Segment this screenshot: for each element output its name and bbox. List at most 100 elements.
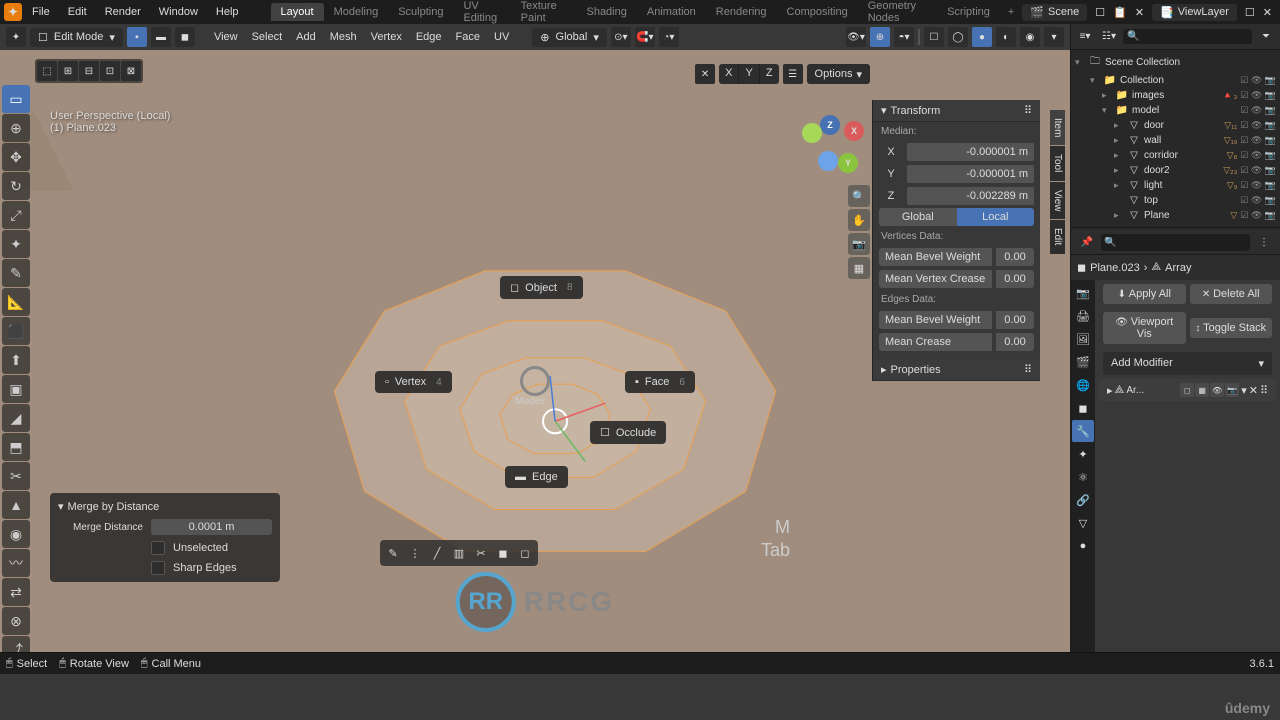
median-x[interactable]: -0.000001 m	[907, 143, 1034, 161]
snap-icon[interactable]: 🧲▾	[635, 27, 655, 47]
outliner-type-icon[interactable]: ≡▾	[1075, 27, 1095, 47]
merge-dist-value[interactable]: 0.0001 m	[151, 519, 272, 535]
workspace-rendering[interactable]: Rendering	[706, 3, 777, 21]
rendered-icon[interactable]: ◉	[1020, 27, 1040, 47]
modifier-array[interactable]: ▸⟁Ar... ◻ ▦ 👁 📷 ▾ ✕ ⠿	[1099, 379, 1276, 401]
n-tab-edit[interactable]: Edit	[1050, 220, 1065, 253]
tree-scene-collection[interactable]: ▾🗀Scene Collection	[1071, 52, 1280, 73]
tree-item-top[interactable]: ▽top☑ 👁 📷	[1071, 193, 1280, 208]
apply-all-btn[interactable]: ⬇ Apply All	[1103, 284, 1186, 304]
visibility-icon[interactable]: 👁▾	[846, 27, 866, 47]
toggle-stack-btn[interactable]: ↕ Toggle Stack	[1190, 318, 1273, 338]
mean-bevel-weight-e[interactable]: Mean Bevel Weight	[879, 311, 992, 329]
space-local[interactable]: Local	[957, 208, 1035, 226]
select-box-icon[interactable]: ⬚	[37, 61, 57, 81]
scene-copy-icon[interactable]: 📋	[1113, 6, 1127, 19]
fb-more-icon[interactable]: ◻	[515, 543, 535, 563]
mod-extras-icon[interactable]: ⠿	[1260, 384, 1268, 397]
workspace-scripting[interactable]: Scripting	[937, 3, 1000, 21]
ptab-material[interactable]: ●	[1072, 535, 1094, 557]
select-extend-icon[interactable]: ⊞	[58, 61, 78, 81]
vert-select-icon[interactable]: ▪	[127, 27, 147, 47]
mean-vertex-crease-val[interactable]: 0.00	[996, 270, 1034, 288]
mean-bevel-weight-e-val[interactable]: 0.00	[996, 311, 1034, 329]
ptab-viewlayer[interactable]: 🖼	[1072, 328, 1094, 350]
workspace-geo-nodes[interactable]: Geometry Nodes	[858, 0, 937, 27]
menu-window[interactable]: Window	[151, 3, 206, 21]
header-mesh[interactable]: Mesh	[325, 31, 362, 43]
mean-crease-val[interactable]: 0.00	[996, 333, 1034, 351]
header-view[interactable]: View	[209, 31, 243, 43]
gizmo-toggle-icon[interactable]: ⊕	[870, 27, 890, 47]
face-select-icon[interactable]: ◼	[175, 27, 195, 47]
prop-edit-icon[interactable]: ◔▾	[659, 27, 679, 47]
viewport-vis-btn[interactable]: 👁 Viewport Vis	[1103, 312, 1186, 344]
ptab-constraint[interactable]: 🔗	[1072, 489, 1094, 511]
viewlayer-selector[interactable]: 📑 ViewLayer	[1152, 4, 1237, 21]
tool-shrink[interactable]: ⊗	[2, 607, 30, 635]
zoom-tool-icon[interactable]: 🔍	[848, 185, 870, 207]
tool-measure[interactable]: 📐	[2, 288, 30, 316]
scene-new-icon[interactable]: ☐	[1095, 6, 1105, 19]
mod-delete-icon[interactable]: ✕	[1249, 384, 1258, 397]
operator-header[interactable]: ▾ Merge by Distance	[50, 497, 280, 516]
workspace-sculpting[interactable]: Sculpting	[388, 3, 453, 21]
ptab-scene[interactable]: 🎬	[1072, 351, 1094, 373]
camera-view-icon[interactable]: 📷	[848, 233, 870, 255]
tool-move[interactable]: ✥	[2, 143, 30, 171]
median-y[interactable]: -0.000001 m	[907, 165, 1034, 183]
n-tab-tool[interactable]: Tool	[1050, 146, 1065, 180]
fb-edge-icon[interactable]: ╱	[427, 543, 447, 563]
select-intersect-icon[interactable]: ⊠	[121, 61, 141, 81]
prop-pin-icon[interactable]: 📌	[1077, 232, 1097, 252]
fb-fill-icon[interactable]: ◼	[493, 543, 513, 563]
tree-item-model[interactable]: ▾📁model☑ 👁 📷	[1071, 103, 1280, 118]
mean-crease[interactable]: Mean Crease	[879, 333, 992, 351]
mod-edit-icon[interactable]: ◻	[1180, 383, 1194, 397]
tree-item-Plane[interactable]: ▸▽Plane▽☑ 👁 📷	[1071, 208, 1280, 223]
gizmo-z[interactable]: Z	[820, 115, 840, 135]
tool-extrude[interactable]: ⬆	[2, 346, 30, 374]
viewlayer-delete-icon[interactable]: ✕	[1263, 6, 1272, 19]
fb-draw-icon[interactable]: ✎	[383, 543, 403, 563]
header-face[interactable]: Face	[451, 31, 485, 43]
mean-vertex-crease[interactable]: Mean Vertex Crease	[879, 270, 992, 288]
tool-transform[interactable]: ✦	[2, 230, 30, 258]
ptab-modifier[interactable]: 🔧	[1072, 420, 1094, 442]
tool-rotate[interactable]: ↻	[2, 172, 30, 200]
matprev-icon[interactable]: ◐	[996, 27, 1016, 47]
workspace-modeling[interactable]: Modeling	[324, 3, 389, 21]
fb-face-icon[interactable]: ▥	[449, 543, 469, 563]
tool-add-cube[interactable]: ⬛	[2, 317, 30, 345]
workspace-layout[interactable]: Layout	[271, 3, 324, 21]
viewport[interactable]: ▭ ⊕ ✥ ↻ ⤢ ✦ ✎ 📐 ⬛ ⬆ ▣ ◢ ⬒ ✂ ▲ ◉ 〰 ⇄ ⊗ ⤴	[0, 50, 1070, 652]
gizmo-neg-y[interactable]	[802, 123, 822, 143]
mesh-opts-icon[interactable]: ✕	[695, 64, 715, 84]
tool-spin[interactable]: ◉	[2, 520, 30, 548]
mod-display-icon[interactable]: ▦	[1195, 383, 1209, 397]
tool-loopcut[interactable]: ⬒	[2, 433, 30, 461]
mode-selector[interactable]: ☐ Edit Mode ▾	[30, 28, 123, 47]
workspace-texture-paint[interactable]: Texture Paint	[511, 0, 577, 27]
overlay-icon[interactable]: ◓▾	[894, 27, 914, 47]
viewlayer-new-icon[interactable]: ☐	[1245, 6, 1255, 19]
fb-knife-icon[interactable]: ✂	[471, 543, 491, 563]
workspace-animation[interactable]: Animation	[637, 3, 706, 21]
delete-all-btn[interactable]: ✕ Delete All	[1190, 284, 1273, 304]
mod-render-icon[interactable]: 📷	[1225, 383, 1239, 397]
outliner-search[interactable]: 🔍	[1123, 29, 1252, 44]
ptab-physics[interactable]: ⚛	[1072, 466, 1094, 488]
header-vertex[interactable]: Vertex	[366, 31, 407, 43]
median-z[interactable]: -0.002289 m	[907, 187, 1034, 205]
workspace-compositing[interactable]: Compositing	[777, 3, 858, 21]
shading-dropdown-icon[interactable]: ▾	[1044, 27, 1064, 47]
perspective-toggle-icon[interactable]: ▦	[848, 257, 870, 279]
sharp-edges-checkbox[interactable]	[151, 561, 165, 575]
tool-knife[interactable]: ✂	[2, 462, 30, 490]
breadcrumb-obj[interactable]: Plane.023	[1090, 262, 1140, 274]
editor-type-icon[interactable]: ✦	[6, 27, 26, 47]
axis-x[interactable]: X	[719, 64, 739, 84]
gizmo-neg-z[interactable]	[818, 151, 838, 171]
outliner-display-icon[interactable]: ☷▾	[1099, 27, 1119, 47]
axis-z[interactable]: Z	[760, 64, 779, 84]
